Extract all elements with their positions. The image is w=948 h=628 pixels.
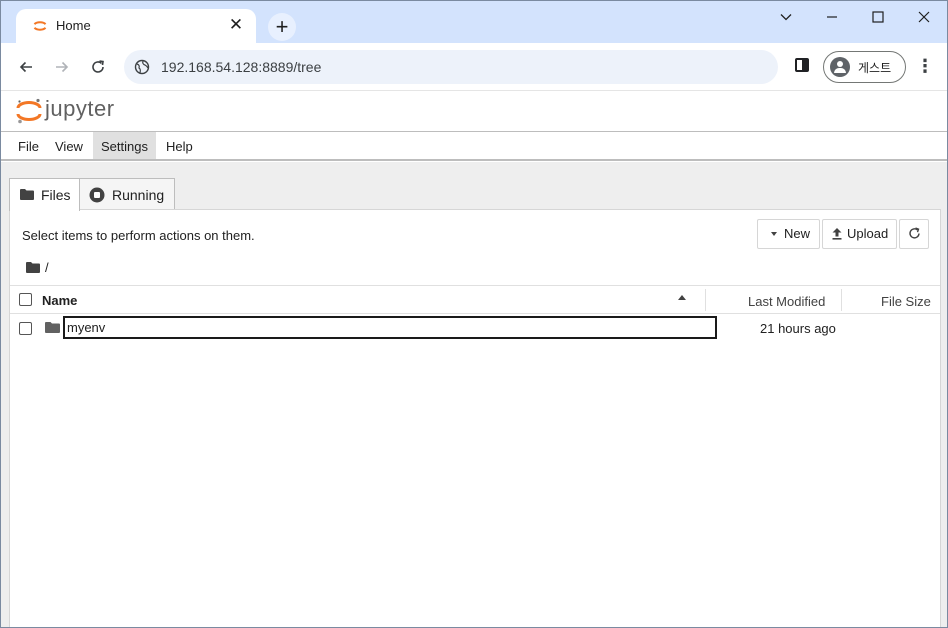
browser-window: Home ✕ + 192.168.54.128:8889/tree 게스트 ⋮ … (0, 0, 948, 628)
side-panel-icon[interactable] (795, 58, 809, 72)
file-last-modified: 21 hours ago (760, 321, 836, 336)
upload-button-label: Upload (847, 226, 889, 241)
select-all-checkbox[interactable] (19, 293, 32, 306)
browser-tab-home[interactable]: Home ✕ (16, 9, 256, 43)
upload-button[interactable]: Upload (822, 219, 897, 249)
column-divider[interactable] (705, 289, 706, 311)
forward-arrow-icon[interactable] (49, 54, 75, 80)
menu-view[interactable]: View (47, 132, 91, 159)
jupyter-favicon-icon (33, 21, 47, 31)
browser-tab-strip: Home ✕ + (1, 1, 947, 43)
minimize-icon[interactable] (809, 5, 855, 29)
tab-title: Home (56, 18, 91, 33)
file-name[interactable]: myenv (67, 320, 105, 335)
back-arrow-icon[interactable] (13, 54, 39, 80)
tab-files[interactable]: Files (9, 178, 80, 211)
jupyter-wordmark[interactable]: jupyter (45, 96, 115, 122)
row-checkbox[interactable] (19, 322, 32, 335)
selection-instruction: Select items to perform actions on them. (22, 228, 255, 243)
caret-down-icon (771, 232, 777, 236)
column-header-file-size[interactable]: File Size (881, 294, 931, 309)
chevron-down-icon[interactable] (763, 5, 809, 29)
tab-running[interactable]: Running (79, 178, 175, 210)
close-icon[interactable] (901, 5, 947, 29)
breadcrumb[interactable]: / (45, 260, 49, 275)
sort-ascending-icon[interactable] (678, 295, 686, 300)
profile-button[interactable]: 게스트 (823, 51, 906, 83)
breadcrumb-home-folder-icon[interactable] (26, 262, 40, 273)
column-header-name[interactable]: Name (42, 293, 77, 308)
browser-toolbar: 192.168.54.128:8889/tree 게스트 ⋮ (1, 43, 947, 91)
menu-file[interactable]: File (10, 132, 47, 159)
main-area: Files Running Select items to perform ac… (1, 162, 947, 627)
file-browser-panel: Select items to perform actions on them.… (9, 209, 941, 627)
url-text[interactable]: 192.168.54.128:8889/tree (161, 59, 321, 75)
new-button[interactable]: New (757, 219, 820, 249)
column-divider[interactable] (841, 289, 842, 311)
new-button-label: New (784, 226, 811, 241)
upload-icon (832, 228, 842, 240)
tab-files-label: Files (41, 187, 71, 203)
menu-bar: File View Settings Help (1, 132, 947, 161)
refresh-button[interactable] (899, 219, 929, 249)
menu-help[interactable]: Help (158, 132, 201, 159)
profile-label: 게스트 (858, 61, 892, 75)
file-list-row[interactable]: myenv 21 hours ago (10, 314, 940, 342)
address-bar[interactable]: 192.168.54.128:8889/tree (124, 50, 778, 84)
rename-field[interactable]: myenv (63, 316, 717, 339)
folder-icon (20, 189, 34, 200)
column-header-last-modified[interactable]: Last Modified (748, 294, 825, 309)
folder-icon (45, 322, 60, 333)
reload-icon[interactable] (85, 54, 111, 80)
maximize-icon[interactable] (855, 5, 901, 29)
site-info-icon[interactable] (134, 59, 150, 75)
stop-circle-icon (89, 187, 105, 203)
file-list-header: Name Last Modified File Size (10, 285, 940, 314)
menu-settings[interactable]: Settings (93, 132, 156, 159)
more-options-icon[interactable]: ⋮ (915, 55, 935, 79)
jupyter-header: jupyter (1, 91, 947, 132)
tab-close-icon[interactable]: ✕ (226, 15, 246, 35)
new-tab-button[interactable]: + (268, 13, 296, 41)
tab-running-label: Running (112, 187, 165, 203)
refresh-icon (909, 227, 920, 239)
guest-avatar-icon (830, 57, 850, 77)
jupyter-logo-icon[interactable] (15, 97, 43, 125)
